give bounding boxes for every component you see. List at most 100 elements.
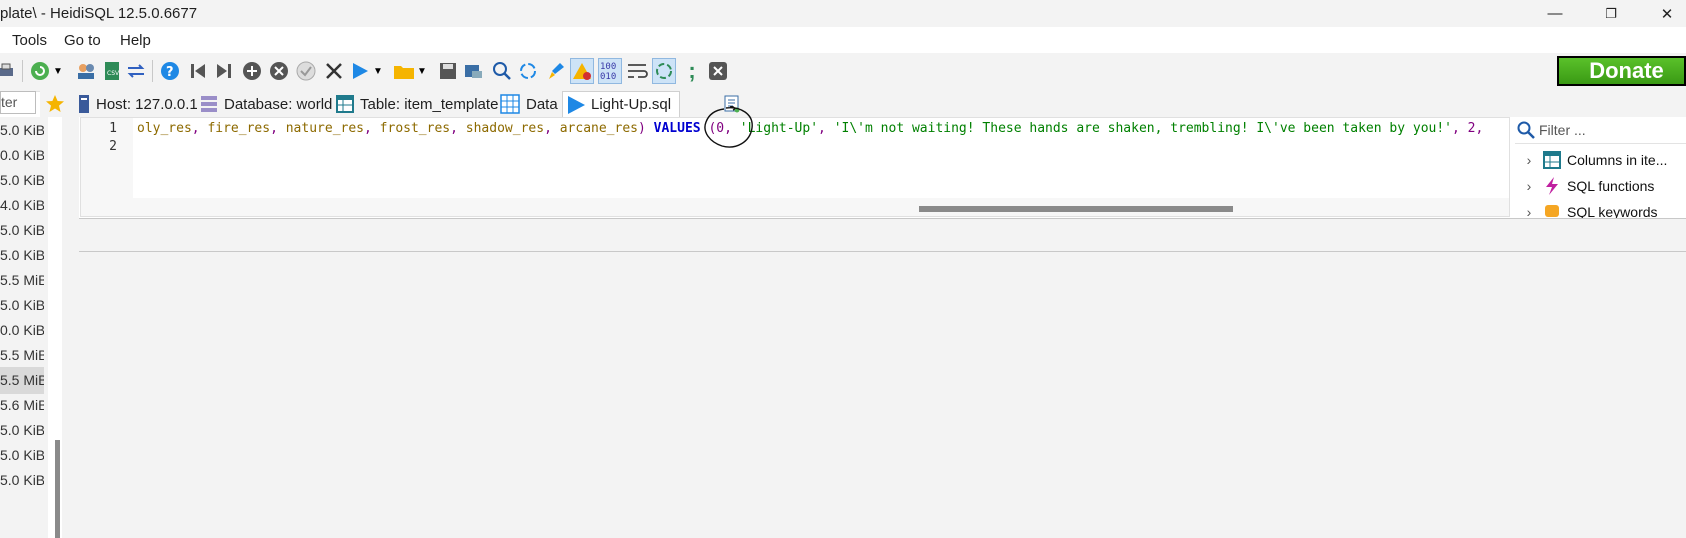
tab-query-label: Light-Up.sql bbox=[591, 96, 672, 113]
save-as-icon[interactable] bbox=[462, 58, 486, 84]
tree-node-size[interactable]: 5.0 KiB bbox=[0, 417, 44, 444]
tab-bar: Host: 127.0.0.1 Database: world Table: i… bbox=[40, 91, 1686, 117]
results-header-bar bbox=[79, 218, 1686, 252]
sql-identifier: nature_res bbox=[285, 121, 365, 136]
menu-bar: Tools Go to Help bbox=[0, 28, 1686, 53]
format-brush-icon[interactable] bbox=[544, 58, 568, 84]
line-number: 1 bbox=[109, 121, 117, 136]
tree-node-size[interactable]: 0.0 KiB bbox=[0, 317, 44, 344]
export-csv-icon[interactable]: CSV bbox=[100, 58, 124, 84]
help-icon[interactable]: ? bbox=[158, 58, 182, 84]
restore-button[interactable]: ❐ bbox=[1588, 0, 1634, 27]
binary-icon[interactable]: 100 010 bbox=[598, 58, 622, 84]
editor-scroll-thumb[interactable] bbox=[919, 206, 1233, 212]
chevron-right-icon[interactable]: › bbox=[1515, 152, 1543, 168]
chevron-down-icon[interactable]: ▼ bbox=[372, 58, 384, 84]
users-icon[interactable] bbox=[74, 58, 98, 84]
wrap-icon[interactable] bbox=[626, 58, 650, 84]
lightning-icon bbox=[1543, 177, 1561, 195]
database-icon bbox=[200, 94, 218, 114]
open-folder-icon[interactable] bbox=[392, 58, 416, 84]
chevron-right-icon[interactable]: › bbox=[1515, 178, 1543, 194]
tab-data[interactable]: Data bbox=[500, 91, 558, 117]
sql-keyword: VALUES bbox=[653, 121, 701, 136]
minimize-button[interactable]: — bbox=[1532, 0, 1578, 27]
tree-node-size[interactable]: 5.5 MiB bbox=[0, 367, 44, 394]
toolbar: ▼ CSV ? ▼ ▼ 100 010 ; bbox=[0, 53, 1686, 92]
host-icon bbox=[78, 94, 90, 114]
tab-query-light-up[interactable]: Light-Up.sql bbox=[562, 91, 681, 117]
semicolon-icon[interactable]: ; bbox=[680, 58, 704, 84]
menu-goto[interactable]: Go to bbox=[64, 32, 101, 49]
tab-table[interactable]: Table: item_template bbox=[336, 91, 498, 117]
tree-node-size[interactable]: 5.0 KiB bbox=[0, 292, 44, 319]
sql-code-line: oly_res, fire_res, nature_res, frost_res… bbox=[137, 121, 1484, 136]
title-bar: plate\ - HeidiSQL 12.5.0.6677 — ❐ ✕ bbox=[0, 0, 1686, 27]
tab-database[interactable]: Database: world bbox=[200, 91, 332, 117]
tree-node-size[interactable]: 5.0 KiB bbox=[0, 117, 44, 144]
line-number: 2 bbox=[109, 139, 117, 154]
tree-node-size[interactable]: 5.0 KiB bbox=[0, 467, 44, 494]
donate-label: Donate bbox=[1559, 58, 1684, 84]
window-title: plate\ - HeidiSQL 12.5.0.6677 bbox=[0, 5, 198, 22]
helper-filter-input[interactable]: Filter ... bbox=[1515, 117, 1686, 144]
tab-table-label: Table: item_template bbox=[360, 95, 499, 113]
tab-database-label: Database: world bbox=[224, 95, 333, 113]
tree-node-size[interactable]: 5.0 KiB bbox=[0, 167, 44, 194]
editor-horizontal-scrollbar[interactable] bbox=[81, 198, 1509, 216]
sql-identifier: fire_res bbox=[207, 121, 271, 136]
sql-identifier: shadow_res bbox=[465, 121, 545, 136]
tree-node-size[interactable]: 0.0 KiB bbox=[0, 142, 44, 169]
tree-node-size[interactable]: 5.5 MiB bbox=[0, 342, 44, 369]
tree-node-size[interactable]: 5.0 KiB bbox=[0, 242, 44, 269]
add-icon[interactable] bbox=[240, 58, 264, 84]
data-grid-icon bbox=[500, 94, 520, 114]
tab-host-label: Host: 127.0.0.1 bbox=[96, 95, 198, 113]
toolbar-separator bbox=[152, 60, 153, 82]
donate-button[interactable]: Donate bbox=[1557, 56, 1686, 86]
favorites-star-icon[interactable] bbox=[40, 91, 70, 117]
menu-tools[interactable]: Tools bbox=[12, 32, 47, 49]
warning-icon[interactable] bbox=[570, 58, 594, 84]
menu-help[interactable]: Help bbox=[120, 32, 151, 49]
post-icon[interactable] bbox=[294, 58, 318, 84]
tab-host[interactable]: Host: 127.0.0.1 bbox=[78, 91, 198, 117]
save-icon[interactable] bbox=[436, 58, 460, 84]
tree-scrollbar[interactable] bbox=[55, 440, 60, 538]
refresh-icon[interactable] bbox=[28, 58, 52, 84]
print-icon[interactable] bbox=[0, 58, 18, 84]
table-icon bbox=[336, 94, 354, 114]
search-icon[interactable] bbox=[490, 58, 514, 84]
panel-splitter[interactable] bbox=[62, 117, 79, 538]
close-button[interactable]: ✕ bbox=[1644, 0, 1686, 27]
helper-item-columns[interactable]: › Columns in ite... bbox=[1515, 147, 1667, 173]
chevron-down-icon[interactable]: ▼ bbox=[416, 58, 428, 84]
chevron-down-icon[interactable]: ▼ bbox=[52, 58, 64, 84]
svg-text:CSV: CSV bbox=[107, 70, 120, 77]
delete-icon[interactable] bbox=[267, 58, 291, 84]
search-icon bbox=[1517, 121, 1535, 139]
sql-identifier: oly_res bbox=[137, 121, 192, 136]
helper-item-sql-functions[interactable]: › SQL functions bbox=[1515, 173, 1654, 199]
tree-node-size[interactable]: 5.0 KiB bbox=[0, 217, 44, 244]
auto-refresh-icon[interactable] bbox=[652, 58, 676, 84]
tree-node-size[interactable]: 5.5 MiB bbox=[0, 267, 44, 294]
run-icon[interactable] bbox=[348, 58, 372, 84]
database-filter-input[interactable]: ter bbox=[0, 91, 36, 114]
first-record-icon[interactable] bbox=[186, 58, 210, 84]
database-tree-panel: 5.0 KiB 0.0 KiB 5.0 KiB 4.0 KiB 5.0 KiB 5.0 K… bbox=[0, 117, 48, 538]
replace-icon[interactable] bbox=[516, 58, 540, 84]
tree-node-size[interactable]: 5.0 KiB bbox=[0, 442, 44, 469]
tree-node-size[interactable]: 4.0 KiB bbox=[0, 192, 44, 219]
helper-item-label: Columns in ite... bbox=[1567, 152, 1668, 168]
cancel-icon[interactable] bbox=[322, 58, 346, 84]
svg-text:010: 010 bbox=[600, 72, 616, 81]
tree-node-size[interactable]: 5.6 MiB bbox=[0, 392, 44, 419]
svg-text:100: 100 bbox=[600, 62, 616, 72]
line-number-gutter: 1 2 bbox=[81, 118, 133, 198]
sync-icon[interactable] bbox=[124, 58, 148, 84]
close-tab-icon[interactable] bbox=[706, 58, 730, 84]
sql-string: 'I\'m not waiting! These hands are shake… bbox=[833, 121, 1453, 136]
last-record-icon[interactable] bbox=[212, 58, 236, 84]
sql-editor[interactable]: 1 2 oly_res, fire_res, nature_res, frost… bbox=[80, 117, 1510, 217]
